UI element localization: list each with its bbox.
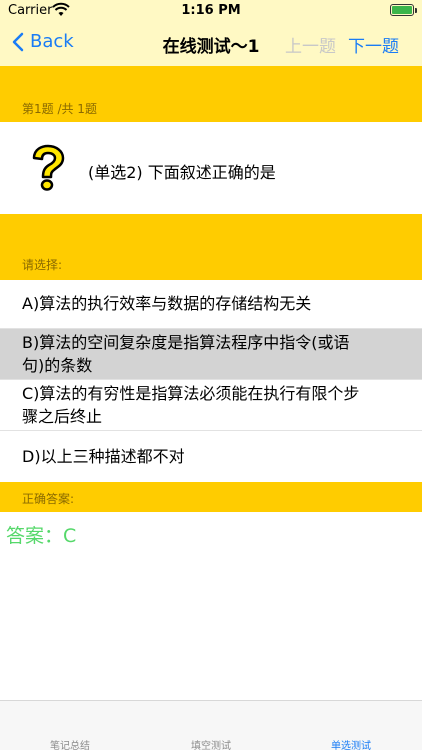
battery-icon xyxy=(390,4,414,16)
tab-notes[interactable]: 笔记总结 xyxy=(20,737,120,750)
option-b[interactable]: B)算法的空间复杂度是指算法程序中指令(或语 句)的条数 xyxy=(0,329,422,380)
previous-question-button[interactable]: 上一题 xyxy=(285,32,336,57)
option-d[interactable]: D)以上三种描述都不对 xyxy=(0,431,422,482)
tab-bar: 笔记总结 填空测试 单选测试 xyxy=(0,700,422,750)
question-area: (单选2) 下面叙述正确的是 xyxy=(0,122,422,214)
options-header-band: 请选择: xyxy=(0,214,422,280)
navigation-bar: Back 在线测试～1 上一题 下一题 xyxy=(0,22,422,66)
options-header: 请选择: xyxy=(22,258,63,272)
back-button[interactable]: Back xyxy=(12,31,74,52)
option-c[interactable]: C)算法的有穷性是指算法必须能在执行有限个步 骤之后终止 xyxy=(0,380,422,431)
question-progress: 第1题 /共 1题 xyxy=(22,102,97,116)
battery-tip xyxy=(415,8,417,13)
option-d-text: D)以上三种描述都不对 xyxy=(22,447,185,466)
answer-header-band: 正确答案: xyxy=(0,482,422,512)
status-bar: Carrier 1:16 PM xyxy=(0,0,422,22)
question-mark-icon xyxy=(32,144,65,191)
tab-fill-blank-test[interactable]: 填空测试 xyxy=(161,737,261,750)
tab-single-choice-test[interactable]: 单选测试 xyxy=(301,737,401,750)
back-label: Back xyxy=(30,31,74,52)
option-a-text: A)算法的执行效率与数据的存储结构无关 xyxy=(22,294,312,313)
option-a[interactable]: A)算法的执行效率与数据的存储结构无关 xyxy=(0,280,422,329)
page-title: 在线测试～1 xyxy=(162,37,260,57)
option-c-text-line2: 骤之后终止 xyxy=(22,407,103,426)
option-b-text-line2: 句)的条数 xyxy=(22,356,93,375)
next-question-button[interactable]: 下一题 xyxy=(348,32,399,57)
chevron-left-icon xyxy=(12,32,24,51)
option-b-text-line1: B)算法的空间复杂度是指算法程序中指令(或语 xyxy=(22,333,350,352)
question-text: (单选2) 下面叙述正确的是 xyxy=(88,163,276,182)
correct-answer: 答案：C xyxy=(6,525,77,547)
question-progress-band: 第1题 /共 1题 xyxy=(0,66,422,122)
option-c-text-line1: C)算法的有穷性是指算法必须能在执行有限个步 xyxy=(22,384,360,403)
answer-header: 正确答案: xyxy=(22,492,75,506)
status-time: 1:16 PM xyxy=(181,3,241,18)
